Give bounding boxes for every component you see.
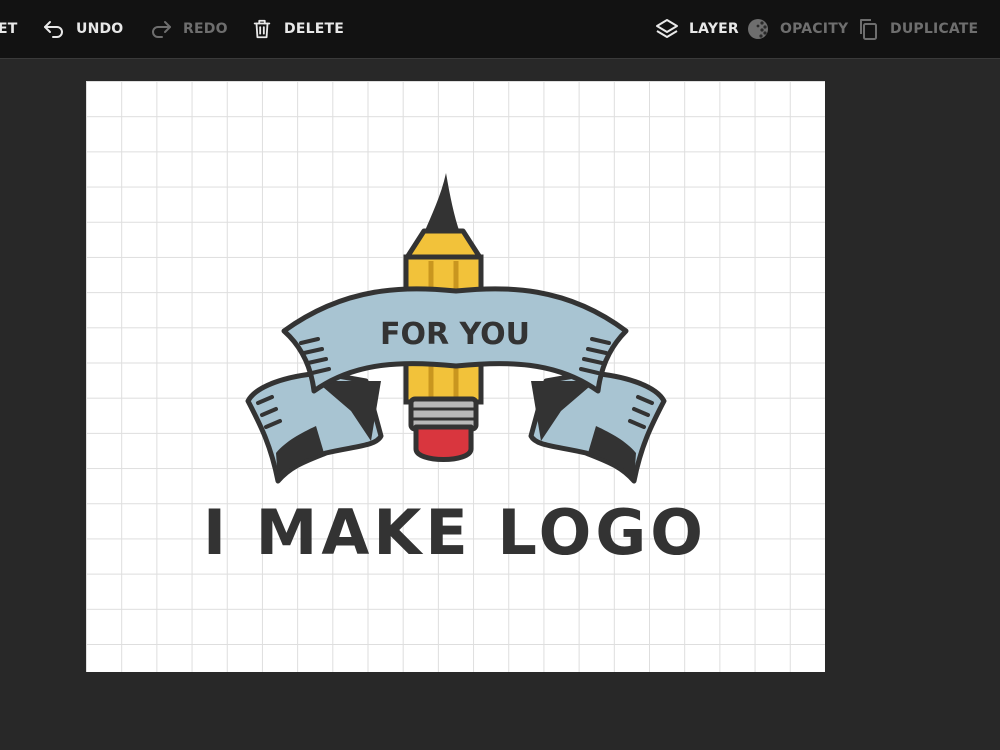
reset-button[interactable]: ET xyxy=(0,0,18,58)
layer-button[interactable]: LAYER xyxy=(655,0,739,58)
layer-label: LAYER xyxy=(689,21,739,37)
design-canvas[interactable]: FOR YOU I MAKE LOGO xyxy=(86,81,825,672)
reset-label: ET xyxy=(0,21,18,37)
redo-label: REDO xyxy=(183,21,228,37)
logo-main-text: I MAKE LOGO xyxy=(203,496,707,569)
opacity-label: OPACITY xyxy=(780,21,849,37)
opacity-icon xyxy=(746,17,770,41)
trash-icon xyxy=(250,17,274,41)
duplicate-icon xyxy=(856,17,880,41)
delete-button[interactable]: DELETE xyxy=(250,0,344,58)
opacity-button[interactable]: OPACITY xyxy=(746,0,848,58)
duplicate-button[interactable]: DUPLICATE xyxy=(856,0,978,58)
duplicate-label: DUPLICATE xyxy=(890,21,979,37)
undo-label: UNDO xyxy=(76,21,124,37)
redo-button[interactable]: REDO xyxy=(149,0,228,58)
logo-artwork[interactable]: FOR YOU I MAKE LOGO xyxy=(86,81,825,672)
delete-label: DELETE xyxy=(284,21,344,37)
banner-text: FOR YOU xyxy=(380,317,530,352)
redo-arrow-icon xyxy=(149,17,173,41)
layers-icon xyxy=(655,17,679,41)
undo-arrow-icon xyxy=(42,17,66,41)
undo-button[interactable]: UNDO xyxy=(42,0,123,58)
editor-toolbar: ET UNDO REDO DELETE LAYER OPACITY DUPLIC… xyxy=(0,0,1000,59)
